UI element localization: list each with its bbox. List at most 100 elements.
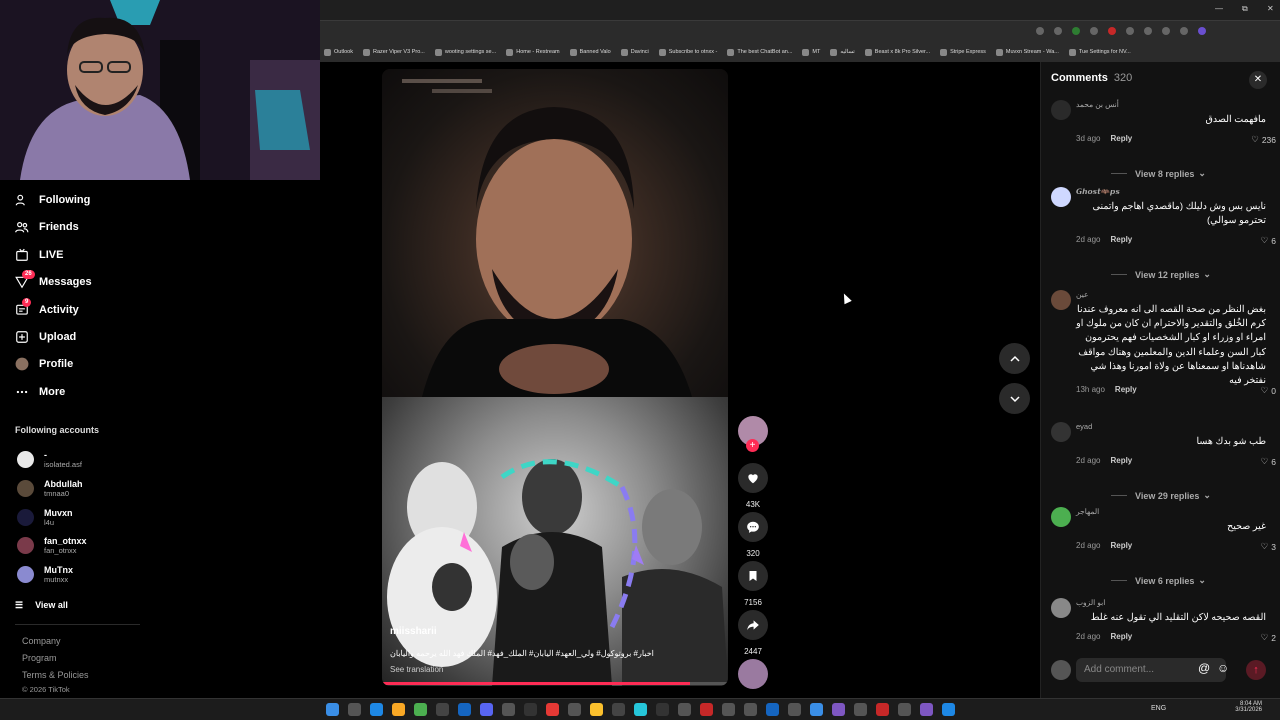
comment-username[interactable]: المهاجر <box>1076 507 1099 516</box>
mention-icon[interactable]: @ <box>1198 661 1210 675</box>
app-icon[interactable] <box>656 703 669 716</box>
comment-like-button[interactable]: ♡ 0 <box>1261 385 1276 396</box>
app-icon[interactable] <box>920 703 933 716</box>
save-button[interactable]: 7156 <box>738 561 768 607</box>
comment-username[interactable]: أنس بن محمد <box>1076 100 1119 109</box>
bookmark-item[interactable]: Muvxn Stream - Wa... <box>995 48 1059 56</box>
sidebar-item-live[interactable]: LIVE <box>15 248 63 262</box>
reply-button[interactable]: Reply <box>1110 456 1132 465</box>
clock[interactable]: 8:04 AM 3/31/2026 <box>1228 701 1262 713</box>
sidebar-item-upload[interactable]: Upload <box>15 330 76 344</box>
address-bar[interactable] <box>320 21 1280 42</box>
sticky-notes-icon[interactable] <box>590 703 603 716</box>
following-account-item[interactable]: Abdullah tmnaa0 <box>17 479 83 498</box>
video-author[interactable]: miissharii <box>390 626 437 637</box>
comment-username[interactable]: عين <box>1076 290 1088 299</box>
profile-avatar-icon[interactable] <box>1198 27 1206 35</box>
minimize-icon[interactable]: — <box>1215 4 1223 13</box>
following-account-item[interactable]: Muvxn l4u <box>17 508 73 527</box>
music-disc-avatar[interactable] <box>738 659 768 689</box>
reply-button[interactable]: Reply <box>1110 541 1132 550</box>
chrome-icon[interactable] <box>414 703 427 716</box>
app-icon[interactable] <box>524 703 537 716</box>
like-button[interactable]: 43K <box>738 463 768 509</box>
view-replies-button[interactable]: View 12 replies ⌄ <box>1111 269 1211 280</box>
comment-like-button[interactable]: ♡ 3 <box>1261 541 1276 552</box>
bookmark-item[interactable]: The best ChatBot an... <box>727 48 792 56</box>
bookmark-item[interactable]: تساليه <box>830 48 855 56</box>
comment-avatar[interactable] <box>1051 422 1071 442</box>
extension-icon[interactable] <box>1180 27 1188 35</box>
discord-icon[interactable] <box>480 703 493 716</box>
comment-avatar[interactable] <box>1051 187 1071 207</box>
sidebar-item-friends[interactable]: Friends <box>15 220 79 234</box>
bookmark-item[interactable]: wooting settings se... <box>434 48 496 56</box>
file-explorer-icon[interactable] <box>392 703 405 716</box>
bookmark-item[interactable]: Stripe Express <box>940 48 986 56</box>
app-icon[interactable] <box>810 703 823 716</box>
settings-icon[interactable] <box>744 703 757 716</box>
extension-icon[interactable] <box>1162 27 1170 35</box>
see-translation-link[interactable]: See translation <box>390 665 443 674</box>
extension-icon[interactable] <box>1090 27 1098 35</box>
share-button[interactable]: 2447 <box>738 610 768 656</box>
comment-like-button[interactable]: ♡ 6 <box>1261 235 1276 246</box>
comment-button[interactable]: 320 <box>738 512 768 558</box>
app-icon[interactable] <box>766 703 779 716</box>
reply-button[interactable]: Reply <box>1115 385 1137 394</box>
app-icon[interactable] <box>876 703 889 716</box>
sidebar-item-activity[interactable]: 9 Activity <box>15 297 79 317</box>
comment-like-button[interactable]: ♡ 2 <box>1261 632 1276 643</box>
follow-plus-icon[interactable]: + <box>746 439 759 452</box>
send-comment-button[interactable]: ↑ <box>1246 660 1266 680</box>
bookmark-item[interactable]: Subscribe to otnxx - <box>658 48 717 56</box>
app-icon[interactable] <box>502 703 515 716</box>
extension-icon[interactable] <box>1126 27 1134 35</box>
view-replies-button[interactable]: View 29 replies ⌄ <box>1111 490 1211 501</box>
comment-username[interactable]: ابو الزوب <box>1076 598 1105 607</box>
bookmark-item[interactable]: MT <box>802 48 820 56</box>
reply-button[interactable]: Reply <box>1110 134 1132 143</box>
bookmark-item[interactable]: Davinci <box>620 48 649 56</box>
view-replies-button[interactable]: View 6 replies ⌄ <box>1111 575 1206 586</box>
extension-icon[interactable] <box>1144 27 1152 35</box>
video-progress-track[interactable] <box>382 682 728 685</box>
extension-icon[interactable] <box>1054 27 1062 35</box>
footer-link-company[interactable]: Company <box>22 636 61 646</box>
app-icon[interactable] <box>898 703 911 716</box>
sidebar-item-messages[interactable]: 26 Messages <box>15 270 92 289</box>
windows-start-icon[interactable] <box>326 703 339 716</box>
app-icon[interactable] <box>854 703 867 716</box>
extension-icon[interactable] <box>1108 27 1116 35</box>
footer-link-terms[interactable]: Terms & Policies <box>22 670 89 680</box>
emoji-icon[interactable]: ☺ <box>1217 661 1229 675</box>
app-icon[interactable] <box>436 703 449 716</box>
app-icon[interactable] <box>634 703 647 716</box>
steam-icon[interactable] <box>458 703 471 716</box>
bookmark-item[interactable]: Banned Valo <box>569 48 611 56</box>
app-icon[interactable] <box>788 703 801 716</box>
close-window-icon[interactable]: ✕ <box>1267 4 1274 13</box>
footer-link-program[interactable]: Program <box>22 653 57 663</box>
reply-button[interactable]: Reply <box>1110 235 1132 244</box>
video-player[interactable]: miissharii اخبار# بروتوكول# ولي_العهد# ا… <box>382 69 728 686</box>
sidebar-item-profile[interactable]: Profile <box>15 357 73 371</box>
comment-avatar[interactable] <box>1051 598 1071 618</box>
app-icon[interactable] <box>678 703 691 716</box>
bookmark-item[interactable]: Tue Settings for NV... <box>1068 48 1131 56</box>
extension-icon[interactable] <box>1072 27 1080 35</box>
bookmark-item[interactable]: Outlook <box>324 48 353 56</box>
sidebar-item-more[interactable]: More <box>15 385 65 399</box>
sidebar-item-following[interactable]: Following <box>15 193 90 207</box>
comment-username[interactable]: 𝙂𝙝𝙤𝙨𝙩🦇𝙥𝙨 <box>1076 187 1120 196</box>
bookmark-item[interactable]: Razer Viper V3 Pro... <box>362 48 425 56</box>
following-account-item[interactable]: MuTnx mutnxx <box>17 565 73 584</box>
extension-icon[interactable] <box>1036 27 1044 35</box>
comment-like-button[interactable]: ♡ 6 <box>1261 456 1276 467</box>
following-account-item[interactable]: fan_otnxx fan_otnxx <box>17 536 87 555</box>
maximize-icon[interactable]: ⧉ <box>1242 4 1248 14</box>
next-video-button[interactable] <box>999 383 1030 414</box>
comment-avatar[interactable] <box>1051 507 1071 527</box>
search-icon[interactable] <box>348 703 361 716</box>
bookmark-item[interactable]: Beast x 8k Pro Silver... <box>864 48 930 56</box>
